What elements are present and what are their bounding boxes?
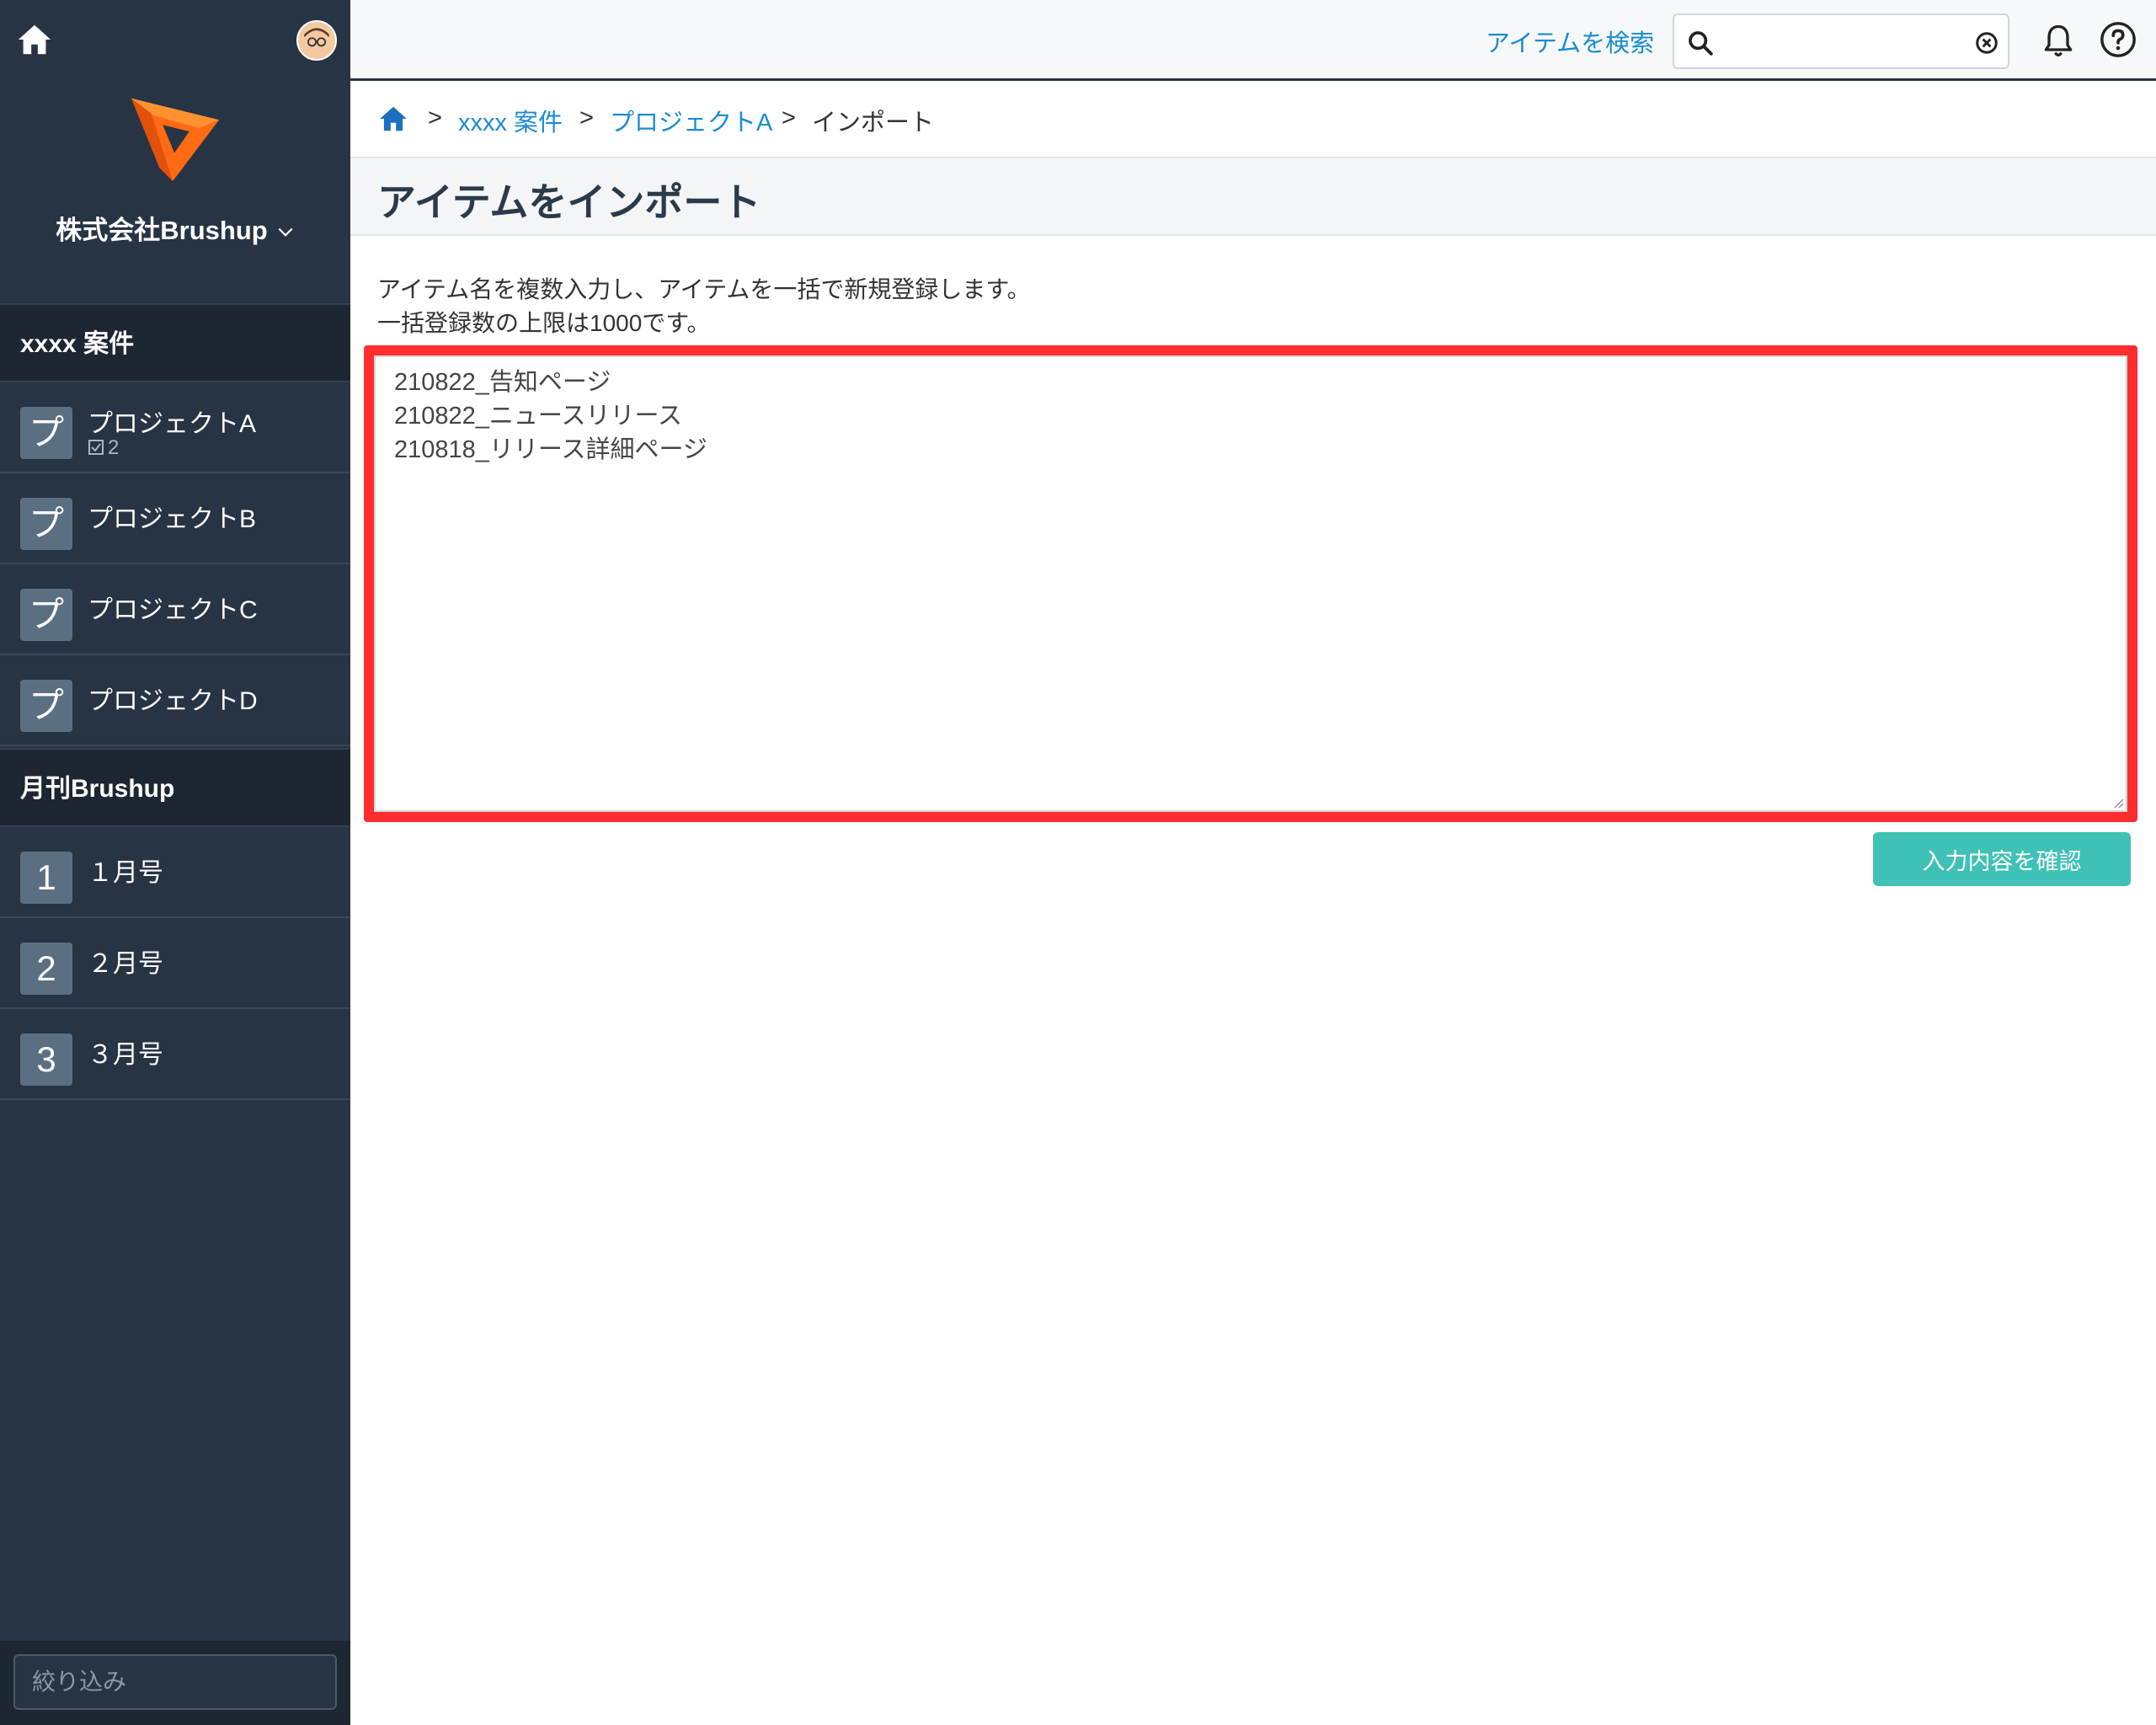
org-switcher[interactable]: 株式会社Brushup bbox=[0, 209, 350, 247]
top-bar: アイテムを検索 bbox=[350, 0, 2156, 81]
confirm-input-button[interactable]: 入力内容を確認 bbox=[1873, 832, 2131, 886]
breadcrumb-separator: > bbox=[579, 104, 594, 131]
breadcrumb: > xxxx 案件 > プロジェクトA > インポート bbox=[350, 81, 2156, 158]
item-names-textarea[interactable]: 210822_告知ページ 210822_ニュースリリース 210818_リリース… bbox=[374, 355, 2127, 812]
issue-tile: 2 bbox=[20, 943, 72, 995]
project-tile: プ bbox=[20, 407, 72, 459]
task-count: 2 bbox=[88, 436, 119, 460]
filter-area bbox=[0, 1641, 350, 1725]
breadcrumb-separator: > bbox=[782, 104, 796, 131]
avatar[interactable] bbox=[296, 20, 337, 61]
resize-grip-icon[interactable] bbox=[2111, 795, 2124, 809]
clear-icon[interactable] bbox=[1974, 30, 1999, 56]
sidebar-item-label: １月号 bbox=[88, 859, 163, 887]
project-tile: プ bbox=[20, 498, 72, 550]
brushup-logo[interactable] bbox=[126, 88, 226, 186]
issue-tile: 1 bbox=[20, 852, 72, 904]
description-line-1: アイテム名を複数入力し、アイテムを一括で新規登録します。 bbox=[377, 276, 1031, 302]
sidebar-item-project-c[interactable]: プ プロジェクトC bbox=[0, 566, 350, 655]
sidebar-item-project-d[interactable]: プ プロジェクトD bbox=[0, 657, 350, 746]
sidebar-item-issue-2[interactable]: 2 ２月号 bbox=[0, 920, 350, 1009]
sidebar-item-label: プロジェクトA bbox=[88, 410, 257, 438]
filter-input[interactable] bbox=[13, 1654, 337, 1710]
section-header-xxxx[interactable]: xxxx 案件 bbox=[0, 303, 350, 382]
search-label-link[interactable]: アイテムを検索 bbox=[1486, 24, 1654, 59]
sidebar-item-issue-1[interactable]: 1 １月号 bbox=[0, 829, 350, 918]
home-icon[interactable] bbox=[15, 20, 54, 59]
home-icon[interactable] bbox=[377, 103, 409, 135]
search-icon bbox=[1689, 31, 1713, 56]
breadcrumb-link-project[interactable]: プロジェクトA bbox=[610, 103, 772, 138]
chevron-down-icon bbox=[278, 227, 293, 237]
sidebar-item-label: プロジェクトB bbox=[88, 505, 257, 533]
sidebar-item-label: ２月号 bbox=[88, 950, 163, 978]
sidebar-item-project-a[interactable]: プ プロジェクトA 2 bbox=[0, 384, 350, 473]
help-icon[interactable] bbox=[2099, 20, 2137, 59]
highlight-frame: 210822_告知ページ 210822_ニュースリリース 210818_リリース… bbox=[364, 345, 2137, 822]
check-icon bbox=[88, 440, 104, 455]
description-line-2: 一括登録数の上限は1000です。 bbox=[377, 310, 711, 336]
sidebar-item-label: プロジェクトC bbox=[88, 596, 258, 624]
breadcrumb-link-case[interactable]: xxxx 案件 bbox=[458, 103, 563, 138]
sidebar-item-issue-3[interactable]: 3 ３月号 bbox=[0, 1011, 350, 1100]
project-tile: プ bbox=[20, 589, 72, 641]
sidebar-item-label: プロジェクトD bbox=[88, 687, 258, 715]
sidebar-item-label: ３月号 bbox=[88, 1041, 163, 1069]
breadcrumb-current: インポート bbox=[812, 109, 935, 136]
sidebar: 株式会社Brushup xxxx 案件 プ プロジェクトA 2 プ プロジェクト… bbox=[0, 0, 350, 1725]
page-title: アイテムをインポート bbox=[377, 180, 761, 224]
search-input[interactable] bbox=[1721, 22, 1969, 62]
title-bar: アイテムをインポート bbox=[350, 158, 2156, 236]
org-name: 株式会社Brushup bbox=[56, 216, 268, 245]
search-box[interactable] bbox=[1673, 13, 2009, 69]
section-header-gekkan[interactable]: 月刊Brushup bbox=[0, 748, 350, 827]
sidebar-item-project-b[interactable]: プ プロジェクトB bbox=[0, 475, 350, 564]
task-count-value: 2 bbox=[108, 436, 120, 459]
bell-icon[interactable] bbox=[2040, 22, 2077, 59]
issue-tile: 3 bbox=[20, 1033, 72, 1086]
breadcrumb-separator: > bbox=[428, 104, 442, 131]
project-tile: プ bbox=[20, 680, 72, 732]
